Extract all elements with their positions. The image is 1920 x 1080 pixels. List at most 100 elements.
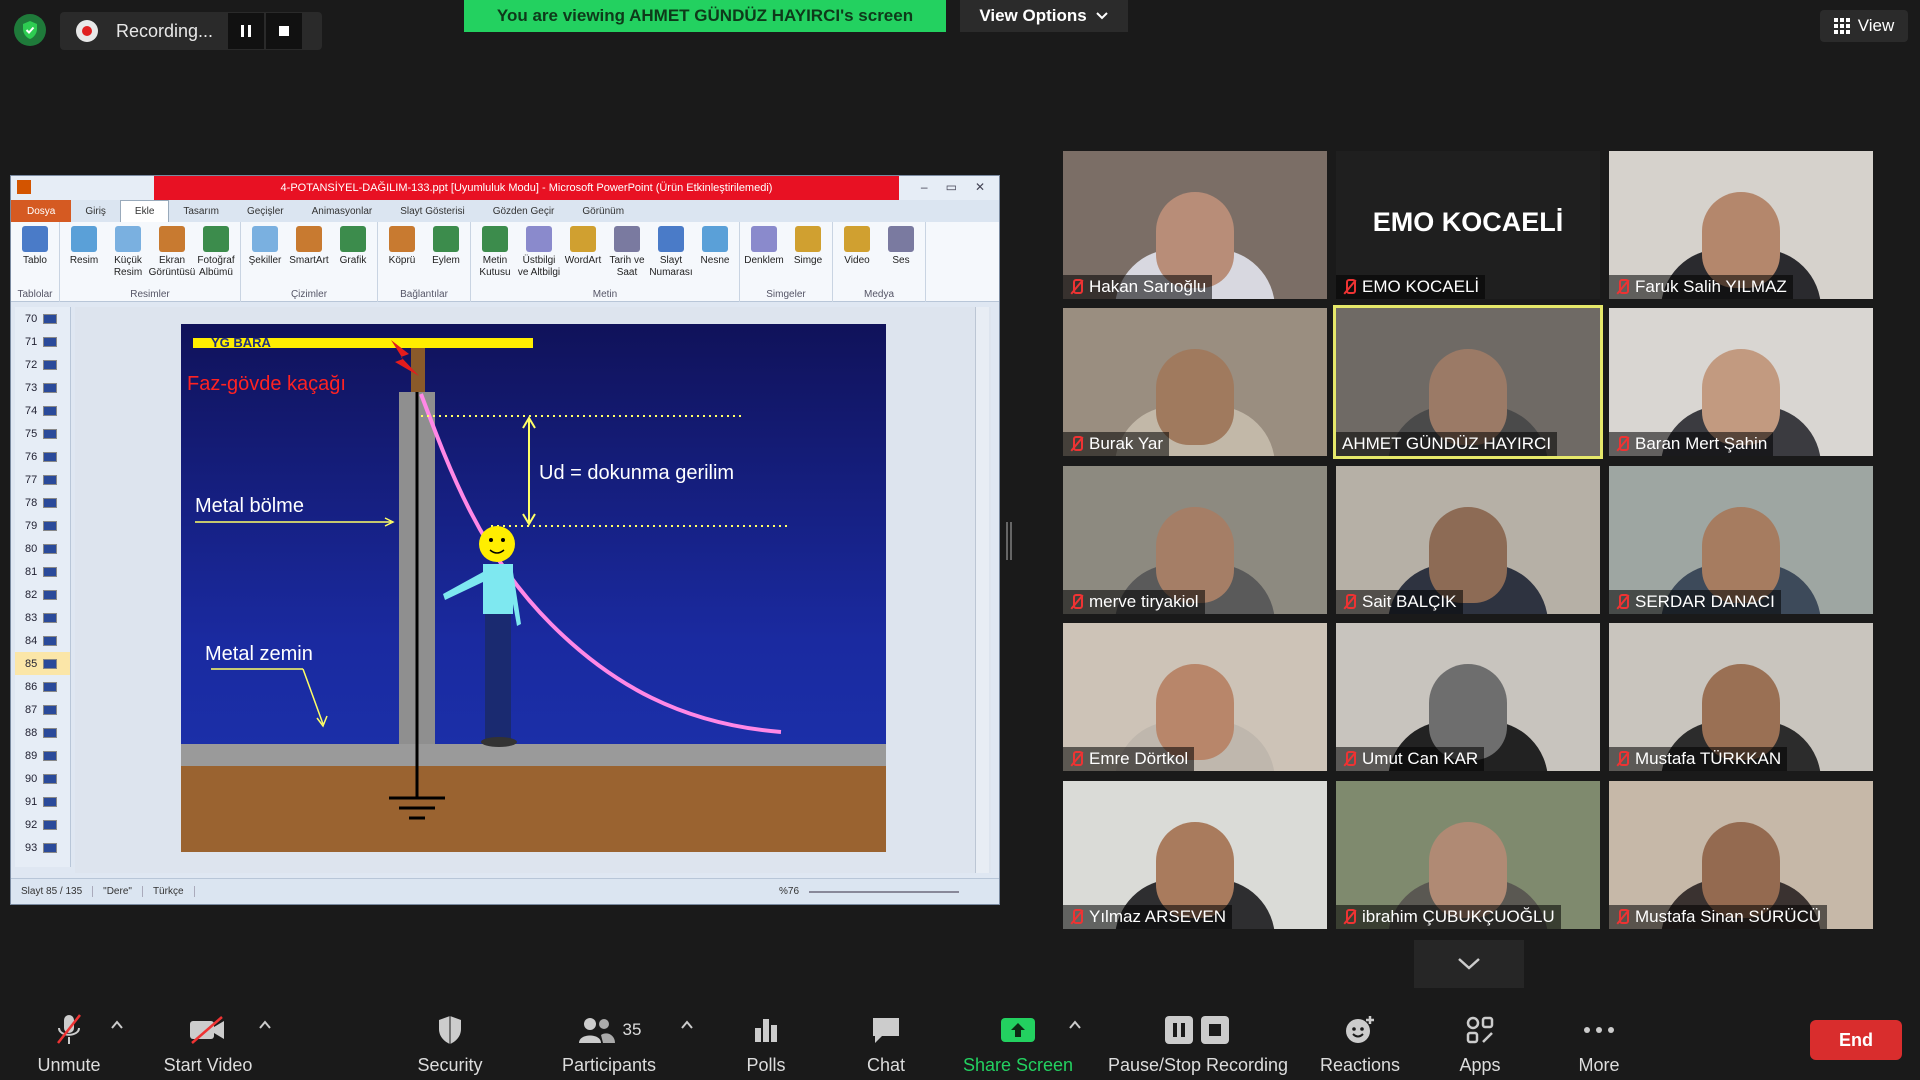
slide-thumbnail[interactable]: 80	[15, 537, 70, 560]
participant-tile[interactable]: Emre Dörtkol	[1063, 623, 1327, 771]
slide-thumbnail-number: 72	[25, 358, 38, 371]
ribbon-button-icon	[433, 226, 459, 252]
share-options-caret-icon[interactable]	[1068, 1018, 1082, 1032]
participant-display-text: EMO KOCAELİ	[1372, 207, 1564, 237]
participant-tile[interactable]: Baran Mert Şahin	[1609, 308, 1873, 456]
share-screen-button[interactable]: Share Screen	[960, 1010, 1076, 1076]
slide-thumbnail[interactable]: 90	[15, 767, 70, 790]
ribbon-button-label: Tarih ve Saat	[609, 255, 645, 278]
participant-tile[interactable]: Umut Can KAR	[1336, 623, 1600, 771]
stop-recording-button[interactable]	[266, 13, 302, 49]
window-controls[interactable]: – ▭ ✕	[921, 180, 985, 194]
slide-thumbnail[interactable]: 85	[15, 652, 70, 675]
participant-name: Umut Can KAR	[1362, 749, 1479, 768]
slide-thumbnail[interactable]: 89	[15, 744, 70, 767]
view-button[interactable]: View	[1820, 10, 1908, 42]
ribbon-button-label: Fotoğraf Albümü	[197, 255, 235, 278]
zoom-slider[interactable]	[809, 890, 959, 893]
end-meeting-button[interactable]: End	[1810, 1020, 1902, 1060]
ppt-tab[interactable]: Gözden Geçir	[479, 206, 569, 217]
ribbon-button-icon	[614, 226, 640, 252]
participants-options-caret-icon[interactable]	[680, 1018, 694, 1032]
apps-button[interactable]: Apps	[1452, 1010, 1508, 1076]
ppt-tab[interactable]: Tasarım	[169, 206, 233, 217]
soil-layer	[181, 766, 886, 852]
more-button[interactable]: More	[1570, 1010, 1628, 1076]
audio-options-caret-icon[interactable]	[110, 1018, 124, 1032]
view-options-button[interactable]: View Options	[960, 0, 1128, 32]
polls-button[interactable]: Polls	[734, 1010, 798, 1076]
participant-tile[interactable]: EMO KOCAELİ EMO KOCAELİ	[1336, 151, 1600, 299]
start-video-button[interactable]: Start Video	[158, 1010, 258, 1076]
panel-splitter-handle[interactable]	[1006, 522, 1012, 560]
slide-thumbnail-preview	[43, 704, 58, 715]
pause-stop-recording-button[interactable]: Pause/Stop Recording	[1102, 1010, 1294, 1076]
pause-recording-button[interactable]	[228, 13, 264, 49]
slide-thumbnail[interactable]: 74	[15, 399, 70, 422]
gallery-next-page-button[interactable]	[1414, 940, 1524, 988]
slide-thumbnail[interactable]: 91	[15, 790, 70, 813]
participant-name: EMO KOCAELİ	[1362, 277, 1480, 296]
slide-thumbnail[interactable]: 83	[15, 606, 70, 629]
ppt-tab[interactable]: Animasyonlar	[298, 206, 387, 217]
participant-tile[interactable]: Yılmaz ARSEVEN	[1063, 781, 1327, 929]
participant-tile[interactable]: Faruk Salih YILMAZ	[1609, 151, 1873, 299]
participant-tile[interactable]: Burak Yar	[1063, 308, 1327, 456]
participants-button[interactable]: 35 Participants	[556, 1010, 662, 1076]
participant-tile[interactable]: Hakan Sarıoğlu	[1063, 151, 1327, 299]
participant-tile[interactable]: Mustafa TÜRKKAN	[1609, 623, 1873, 771]
ribbon-button-label: Video	[844, 255, 870, 266]
slide-thumbnail[interactable]: 87	[15, 698, 70, 721]
slide-thumbnail[interactable]: 78	[15, 491, 70, 514]
ppt-tab[interactable]: Dosya	[11, 200, 72, 222]
slide-thumbnail[interactable]: 70	[15, 307, 70, 330]
slide-thumbnail-preview	[43, 313, 58, 324]
slide-thumbnail[interactable]: 73	[15, 376, 70, 399]
unmute-button[interactable]: Unmute	[28, 1010, 110, 1076]
slide-thumbnail-preview	[43, 382, 58, 393]
slide-thumbnail-number: 78	[25, 496, 38, 509]
vertical-scrollbar[interactable]	[975, 307, 989, 873]
security-shield-icon[interactable]	[14, 14, 46, 46]
participant-name: Mustafa TÜRKKAN	[1635, 749, 1782, 768]
slide-thumbnail[interactable]: 71	[15, 330, 70, 353]
slide-thumbnail[interactable]: 84	[15, 629, 70, 652]
slide-thumbnail-list[interactable]: 70 71 72 73 74 75 76 77 78 79 80 81 82 83 84 85 86 87 88 89…	[15, 307, 71, 867]
polls-icon	[752, 1013, 780, 1047]
participant-tile[interactable]: Mustafa Sinan SÜRÜCÜ	[1609, 781, 1873, 929]
participant-tile[interactable]: merve tiryakiol	[1063, 466, 1327, 614]
slide-thumbnail[interactable]: 77	[15, 468, 70, 491]
slide-thumbnail[interactable]: 79	[15, 514, 70, 537]
ppt-tab[interactable]: Slayt Gösterisi	[386, 206, 478, 217]
participant-tile[interactable]: ibrahim ÇUBUKÇUOĞLU	[1336, 781, 1600, 929]
video-options-caret-icon[interactable]	[258, 1018, 272, 1032]
slide-thumbnail[interactable]: 82	[15, 583, 70, 606]
ud-label: Ud = dokunma gerilim	[539, 462, 734, 484]
participant-tile[interactable]: SERDAR DANACI	[1609, 466, 1873, 614]
slide-thumbnail[interactable]: 72	[15, 353, 70, 376]
more-dots-icon	[1583, 1013, 1615, 1047]
slide-thumbnail-preview	[43, 359, 58, 370]
slide-thumbnail[interactable]: 88	[15, 721, 70, 744]
ppt-tab[interactable]: Görünüm	[568, 206, 638, 217]
slide-thumbnail[interactable]: 86	[15, 675, 70, 698]
slide-thumbnail-number: 74	[25, 404, 38, 417]
participant-tile[interactable]: Sait BALÇIK	[1336, 466, 1600, 614]
slide-thumbnail[interactable]: 76	[15, 445, 70, 468]
chat-button[interactable]: Chat	[856, 1010, 916, 1076]
ppt-tab[interactable]: Ekle	[119, 200, 170, 222]
ppt-tab[interactable]: Geçişler	[233, 206, 298, 217]
slide-thumbnail-preview	[43, 750, 58, 761]
slide-thumbnail[interactable]: 75	[15, 422, 70, 445]
reactions-button[interactable]: Reactions	[1316, 1010, 1404, 1076]
ribbon-group-name: Medya	[863, 289, 894, 300]
status-zoom[interactable]: %76	[769, 886, 809, 897]
security-button[interactable]: Security	[410, 1010, 490, 1076]
slide-thumbnail[interactable]: 92	[15, 813, 70, 836]
slide-thumbnail[interactable]: 93	[15, 836, 70, 859]
participant-tile[interactable]: AHMET GÜNDÜZ HAYIRCI	[1333, 305, 1603, 459]
slide-thumbnail[interactable]: 81	[15, 560, 70, 583]
ppt-tab[interactable]: Giriş	[71, 206, 120, 217]
ribbon-button-icon	[115, 226, 141, 252]
chat-icon	[870, 1013, 902, 1047]
